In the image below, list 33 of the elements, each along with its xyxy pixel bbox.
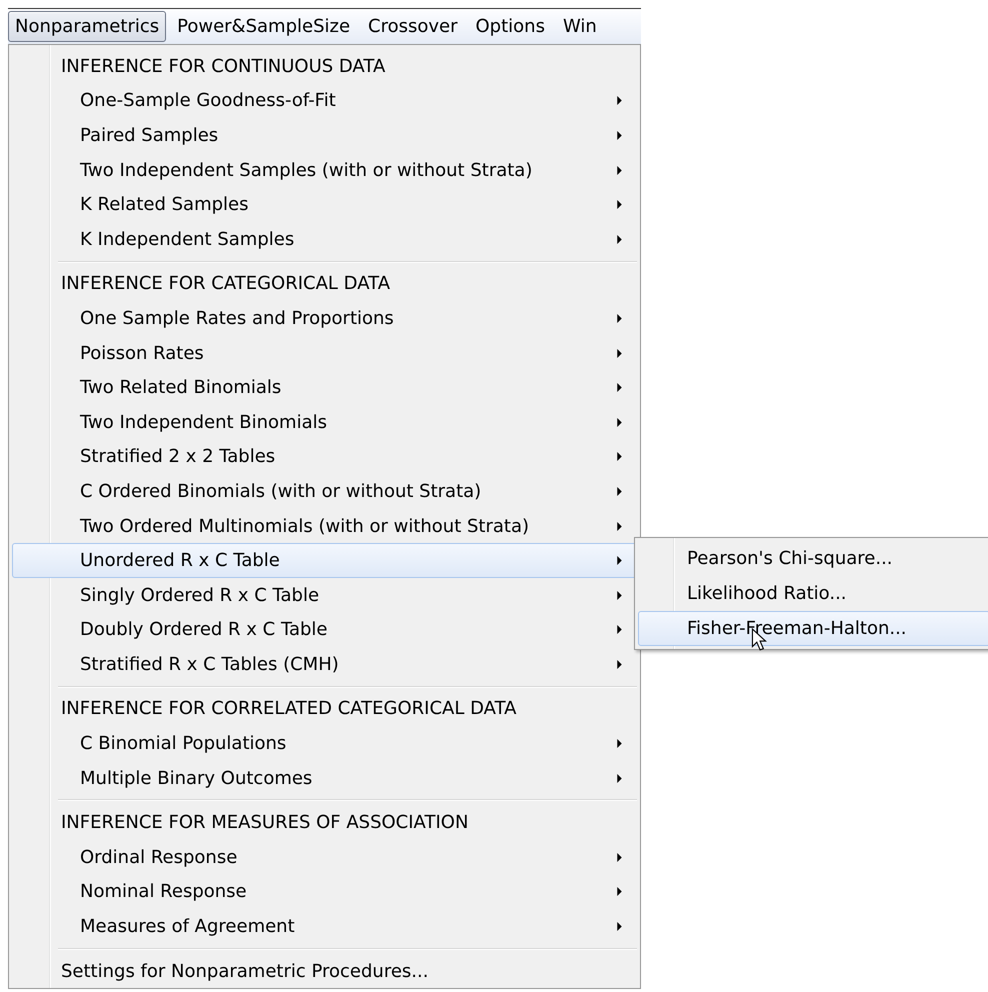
menu-item[interactable]: C Binomial Populations [12, 726, 637, 761]
menu-item[interactable]: Settings for Nonparametric Procedures... [12, 954, 637, 988]
menu-bar-item[interactable]: Power&SampleSize [170, 11, 358, 42]
menu-item[interactable]: C Ordered Binomials (with or without Strata) [12, 474, 637, 509]
menu-item[interactable]: Two Independent Samples (with or without Strata) [12, 152, 637, 188]
menu-item[interactable]: Two Related Binomials [12, 370, 637, 405]
menu-item[interactable]: Singly Ordered R x C Table [12, 578, 637, 612]
menu-item[interactable]: Stratified R x C Tables (CMH) [12, 647, 637, 682]
menu-bar-item[interactable]: Crossover [361, 11, 465, 42]
menu-item[interactable]: Nominal Response [12, 874, 637, 910]
section-header: INFERENCE FOR MEASURES OF ASSOCIATION [61, 812, 468, 834]
menu-bar-item[interactable]: Options [468, 11, 552, 42]
menu-item[interactable]: K Related Samples [12, 187, 637, 222]
section-header: INFERENCE FOR CONTINUOUS DATA [61, 56, 386, 77]
menu-item[interactable]: One Sample Rates and Proportions [12, 301, 637, 336]
menu-bar-item[interactable]: Nonparametrics [8, 11, 166, 42]
menu-item[interactable]: Stratified 2 x 2 Tables [12, 440, 637, 474]
section-header: INFERENCE FOR CATEGORICAL DATA [61, 273, 390, 294]
menu-item[interactable]: K Independent Samples [12, 222, 637, 257]
menu-item[interactable]: One-Sample Goodness-of-Fit [12, 84, 637, 118]
menu-item[interactable]: Two Ordered Multinomials (with or without Strata) [12, 508, 637, 544]
menu-item[interactable]: Doubly Ordered R x C Table [12, 612, 637, 648]
menu-item[interactable]: Ordinal Response [12, 840, 637, 875]
menu-item[interactable]: Paired Samples [12, 118, 637, 153]
menu-bar-item[interactable]: Win [556, 11, 604, 42]
menu-item[interactable]: Pearson's Chi-square... [638, 541, 988, 576]
menu-item[interactable]: Poisson Rates [12, 336, 637, 370]
section-header: INFERENCE FOR CORRELATED CATEGORICAL DATA [61, 698, 516, 720]
menu-item[interactable]: Unordered R x C Table [12, 543, 637, 578]
menu-item[interactable]: Multiple Binary Outcomes [12, 760, 637, 796]
menu-item[interactable]: Likelihood Ratio... [638, 576, 988, 611]
menu-item[interactable]: Measures of Agreement [12, 909, 637, 944]
menu-item[interactable]: Two Independent Binomials [12, 404, 637, 440]
